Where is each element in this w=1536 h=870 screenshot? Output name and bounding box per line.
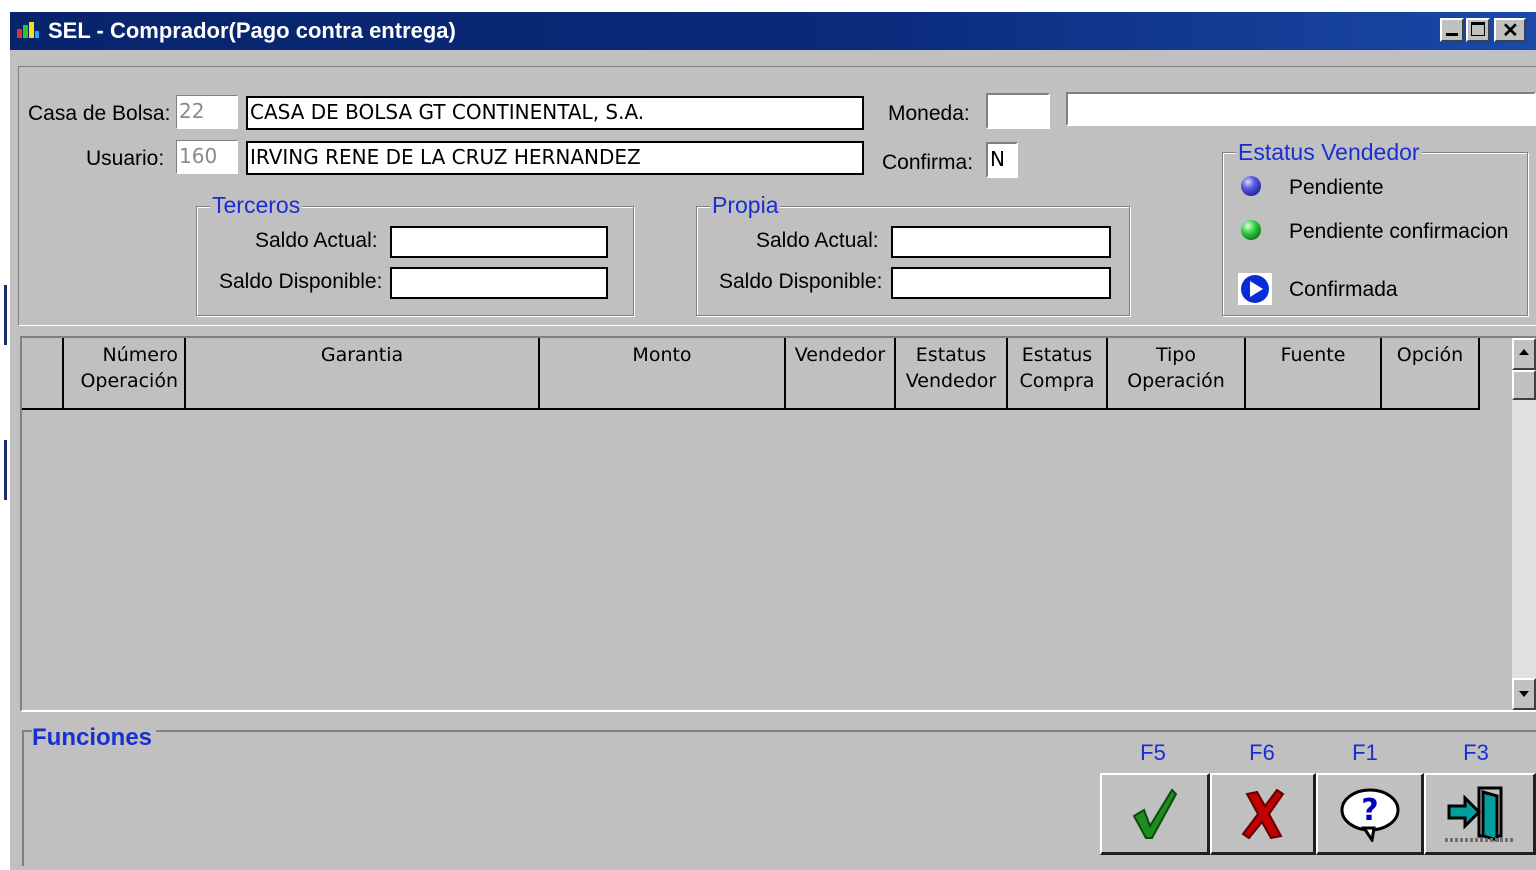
moneda-label: Moneda:: [888, 102, 970, 125]
header-line: Estatus: [1021, 344, 1093, 366]
confirma-label: Confirma:: [882, 151, 974, 174]
desktop-edge-mark: [4, 285, 7, 345]
grid-row-selector-header[interactable]: [22, 338, 64, 410]
header-line: Operación: [1127, 370, 1225, 392]
estatus-pendiente-label: Pendiente: [1289, 176, 1384, 199]
grid-header-fuente[interactable]: Fuente: [1246, 338, 1382, 410]
checkmark-icon: [1132, 787, 1177, 839]
grid-header-monto[interactable]: Monto: [540, 338, 786, 410]
cancel-button[interactable]: [1210, 773, 1316, 855]
x-cancel-icon: [1241, 788, 1284, 839]
grid-header-estatus-vendedor[interactable]: Estatus Vendedor: [896, 338, 1008, 410]
svg-text:?: ?: [1361, 793, 1378, 828]
scroll-up-button[interactable]: [1512, 338, 1536, 370]
moneda-name-field[interactable]: [1066, 92, 1536, 126]
exit-door-icon: [1444, 786, 1515, 842]
arrow-up-icon: [1519, 349, 1529, 355]
header-line: Monto: [632, 344, 692, 366]
terceros-saldo-disponible-field[interactable]: [390, 267, 608, 299]
estatus-vendedor-title: Estatus Vendedor: [1236, 139, 1422, 166]
f6-key-label: F6: [1249, 740, 1275, 765]
estatus-pendiente-confirmacion-label: Pendiente confirmacion: [1289, 220, 1509, 243]
terceros-groupbox: [196, 206, 634, 316]
header-line: Opción: [1396, 344, 1464, 366]
window-titlebar[interactable]: SEL - Comprador(Pago contra entrega) ✕: [10, 12, 1536, 50]
maximize-icon: [1471, 22, 1485, 36]
blue-play-icon: [1238, 273, 1272, 305]
accept-button[interactable]: [1100, 773, 1210, 855]
header-line: Garantia: [320, 344, 404, 366]
grid-header-tipo-operacion[interactable]: Tipo Operación: [1108, 338, 1246, 410]
propia-groupbox: [696, 206, 1130, 316]
terceros-saldo-actual-label: Saldo Actual:: [255, 229, 378, 252]
header-line: Estatus: [915, 344, 987, 366]
casa-de-bolsa-code-field[interactable]: 22: [176, 95, 238, 129]
minimize-button[interactable]: [1440, 18, 1464, 42]
help-question-icon: ?: [1340, 788, 1399, 842]
casa-de-bolsa-label: Casa de Bolsa:: [28, 102, 171, 125]
usuario-code-field[interactable]: 160: [176, 140, 238, 174]
scroll-down-button[interactable]: [1512, 678, 1536, 710]
estatus-confirmada-label: Confirmada: [1289, 278, 1398, 301]
grid-header-vendedor[interactable]: Vendedor: [786, 338, 896, 410]
f1-key-label: F1: [1352, 740, 1378, 765]
grid-header-opcion[interactable]: Opción: [1382, 338, 1480, 410]
scroll-thumb[interactable]: [1512, 370, 1536, 400]
terceros-title: Terceros: [210, 192, 303, 219]
header-line: Vendedor: [794, 344, 886, 366]
header-line: Número: [102, 344, 178, 366]
moneda-code-field[interactable]: [986, 93, 1050, 129]
close-button[interactable]: ✕: [1494, 18, 1526, 42]
terceros-saldo-disponible-label: Saldo Disponible:: [219, 270, 383, 293]
f3-key-label: F3: [1463, 740, 1489, 765]
desktop-edge-mark: [4, 440, 7, 500]
maximize-button[interactable]: [1466, 18, 1490, 42]
arrow-down-icon: [1519, 691, 1529, 697]
grid-header-garantia[interactable]: Garantia: [186, 338, 540, 410]
casa-de-bolsa-name-field[interactable]: CASA DE BOLSA GT CONTINENTAL, S.A.: [246, 96, 864, 130]
header-line: Compra: [1019, 370, 1095, 392]
grid-header-estatus-compra[interactable]: Estatus Compra: [1008, 338, 1108, 410]
propia-title: Propia: [710, 192, 781, 219]
propia-saldo-disponible-field[interactable]: [891, 267, 1111, 299]
propia-saldo-actual-field[interactable]: [891, 226, 1111, 258]
header-line: Vendedor: [905, 370, 997, 392]
window-title: SEL - Comprador(Pago contra entrega): [48, 18, 456, 43]
exit-button[interactable]: [1424, 773, 1536, 855]
grid-vertical-scrollbar[interactable]: [1512, 338, 1536, 710]
close-icon: ✕: [1502, 20, 1519, 42]
propia-saldo-actual-label: Saldo Actual:: [756, 229, 879, 252]
usuario-label: Usuario:: [86, 147, 165, 170]
help-button[interactable]: ?: [1316, 773, 1424, 855]
usuario-name-field[interactable]: IRVING RENE DE LA CRUZ HERNANDEZ: [246, 141, 864, 175]
propia-saldo-disponible-label: Saldo Disponible:: [719, 270, 883, 293]
minimize-icon: [1446, 33, 1458, 36]
terceros-saldo-actual-field[interactable]: [390, 226, 608, 258]
app-icon: [16, 21, 40, 43]
grid-header-numero-operacion[interactable]: Número Operación: [64, 338, 186, 410]
desktop-edge: [0, 0, 8, 870]
header-line: Tipo: [1156, 344, 1196, 366]
header-line: Operación: [80, 370, 178, 392]
f5-key-label: F5: [1140, 740, 1166, 765]
green-ball-icon: [1241, 220, 1261, 240]
header-line: Fuente: [1280, 344, 1346, 366]
confirma-field[interactable]: N: [986, 142, 1018, 178]
funciones-title: Funciones: [32, 724, 157, 752]
blue-ball-icon: [1241, 176, 1261, 196]
